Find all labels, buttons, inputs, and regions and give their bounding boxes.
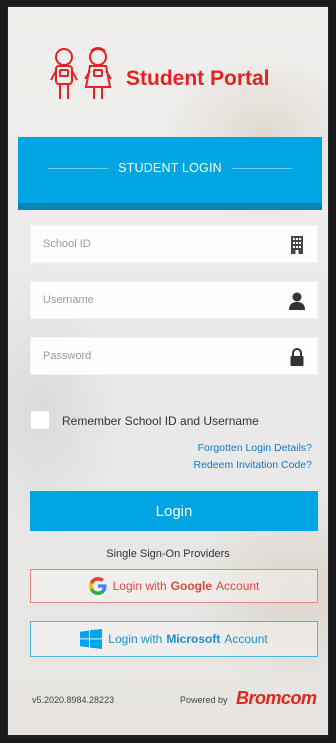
school-id-input[interactable]: [31, 226, 273, 262]
google-login-button[interactable]: Login with Google Account: [30, 569, 318, 603]
redeem-invitation-link[interactable]: Redeem Invitation Code?: [194, 459, 313, 471]
remember-checkbox[interactable]: [30, 410, 50, 430]
google-login-prefix: Login with: [112, 579, 167, 593]
login-banner: STUDENT LOGIN: [18, 137, 322, 210]
username-input[interactable]: [31, 282, 273, 318]
version-label: v5.2020.8984.28223: [32, 695, 115, 705]
sso-title: Single Sign-On Providers: [106, 548, 230, 560]
banner-divider-right: [232, 168, 292, 169]
forgotten-login-link[interactable]: Forgotten Login Details?: [198, 442, 312, 454]
header: Student Portal: [8, 33, 328, 103]
remember-label[interactable]: Remember School ID and Username: [62, 414, 259, 428]
google-provider-label: Google: [170, 579, 213, 593]
windows-icon: [80, 629, 103, 649]
footer: v5.2020.8984.28223 Powered by Bromcom: [8, 688, 328, 711]
powered-by-label: Powered by: [180, 695, 228, 705]
building-icon: [291, 236, 303, 254]
google-login-suffix: Account: [216, 579, 260, 593]
login-button[interactable]: Login: [30, 491, 318, 531]
google-icon: [88, 577, 107, 595]
school-id-field[interactable]: [30, 225, 318, 263]
microsoft-login-suffix: Account: [224, 632, 268, 646]
username-field[interactable]: [30, 281, 318, 319]
user-icon: [289, 292, 305, 310]
brand-title: Student Portal: [126, 67, 270, 90]
password-field[interactable]: [30, 337, 318, 375]
microsoft-login-button[interactable]: Login with Microsoft Account: [30, 621, 318, 657]
login-panel: Student Portal STUDENT LOGIN School ID U…: [6, 5, 330, 737]
microsoft-provider-label: Microsoft: [166, 632, 221, 646]
bromcom-logo[interactable]: Bromcom: [236, 688, 317, 709]
microsoft-login-prefix: Login with: [108, 632, 163, 646]
two-students-logo-icon: [50, 47, 112, 99]
password-input[interactable]: [31, 338, 273, 374]
lock-icon: [290, 348, 304, 366]
